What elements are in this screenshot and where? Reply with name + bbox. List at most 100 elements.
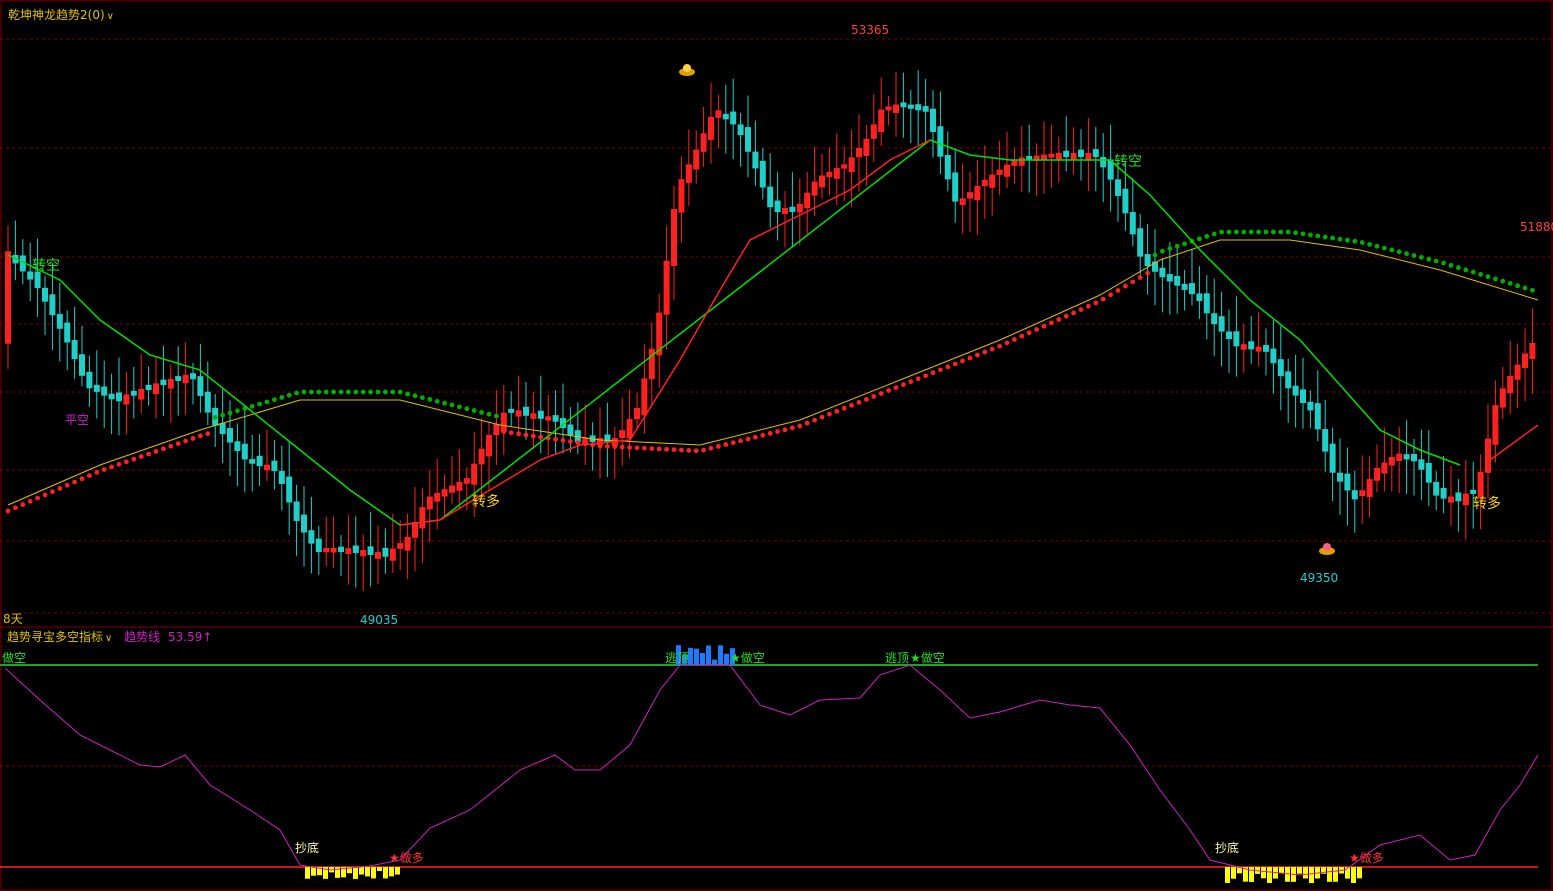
bottom-signal-bar bbox=[377, 867, 382, 872]
candle-body bbox=[856, 148, 862, 158]
candle-body bbox=[1055, 153, 1062, 160]
bottom-signal-bar bbox=[1303, 867, 1308, 879]
bottom-signal-bar bbox=[1351, 867, 1356, 883]
trend-dot bbox=[27, 498, 33, 504]
candle-body bbox=[426, 496, 433, 510]
candle-body bbox=[434, 492, 441, 502]
trend-dot bbox=[1493, 276, 1498, 282]
bottom-signal-bar bbox=[1231, 867, 1236, 879]
trend-dot bbox=[612, 444, 618, 450]
candle-body bbox=[271, 460, 278, 472]
trend-dot bbox=[1330, 235, 1335, 241]
trend-dot bbox=[353, 389, 359, 395]
candle-body bbox=[1300, 389, 1306, 403]
candle-body bbox=[1388, 456, 1395, 466]
bottom-signal-bar bbox=[353, 867, 358, 879]
candle-body bbox=[745, 127, 751, 152]
candle-body bbox=[500, 412, 507, 432]
trend-dot bbox=[1419, 254, 1424, 260]
chevron-down-icon[interactable]: ∨ bbox=[107, 11, 114, 22]
trend-dot bbox=[745, 436, 751, 442]
trend-dot bbox=[819, 414, 825, 420]
chevron-down-icon[interactable]: ∨ bbox=[105, 633, 112, 644]
trend-dot bbox=[220, 412, 226, 418]
trend-dot bbox=[664, 446, 669, 452]
candle-body bbox=[204, 391, 211, 413]
candle-body bbox=[167, 379, 174, 389]
trend-dot bbox=[427, 397, 433, 402]
bottom-signal-bar bbox=[395, 867, 400, 875]
candle-body bbox=[626, 419, 633, 439]
candle-body bbox=[789, 206, 796, 212]
candle-body bbox=[567, 424, 574, 436]
trend-dot bbox=[383, 389, 388, 395]
candle-body bbox=[685, 164, 692, 183]
trend-dot bbox=[1197, 236, 1202, 242]
trend-dot bbox=[693, 448, 699, 454]
candle-body bbox=[367, 546, 374, 555]
candle-body bbox=[907, 104, 914, 109]
candle-body bbox=[1189, 283, 1195, 295]
trend-dot bbox=[1271, 229, 1276, 235]
trend-dot bbox=[235, 408, 240, 414]
sub-tao-ding-2: 逃顶 bbox=[885, 651, 909, 665]
candle-body bbox=[870, 124, 877, 139]
candle-body bbox=[1440, 487, 1447, 499]
candle-body bbox=[700, 133, 707, 152]
trend-dot bbox=[323, 389, 329, 395]
trend-dot bbox=[649, 446, 655, 451]
candle-body bbox=[264, 464, 270, 471]
candle-body bbox=[1403, 454, 1410, 460]
candle-body bbox=[1433, 481, 1440, 496]
ma-fast-line bbox=[7, 139, 1461, 526]
trend-dot bbox=[360, 389, 366, 395]
trend-dot bbox=[138, 454, 144, 459]
trend-dot bbox=[849, 402, 854, 408]
candle-body bbox=[671, 209, 677, 266]
trend-dot bbox=[642, 445, 647, 451]
candle-body bbox=[767, 186, 774, 208]
outer-border bbox=[0, 0, 1553, 891]
trend-dot bbox=[1293, 230, 1298, 236]
trend-dot bbox=[538, 434, 544, 440]
candle-body bbox=[1226, 331, 1232, 339]
trend-dot bbox=[730, 440, 736, 446]
candle-body bbox=[1285, 371, 1292, 389]
trend-dot bbox=[1485, 274, 1491, 280]
candle-body bbox=[42, 287, 48, 302]
candle-body bbox=[175, 376, 182, 381]
candle-body bbox=[1218, 316, 1225, 332]
candle-body bbox=[1462, 493, 1469, 506]
candle-body bbox=[1115, 179, 1121, 196]
candle-body bbox=[1396, 453, 1403, 461]
trend-dot bbox=[279, 395, 285, 400]
candle-body bbox=[478, 448, 485, 465]
main-indicator-title[interactable]: 乾坤神龙趋势2(0) ∨ bbox=[8, 6, 114, 23]
sub-tao-ding-1: 逃顶 bbox=[665, 651, 689, 665]
trend-dot bbox=[723, 442, 729, 447]
trend-dot bbox=[1382, 245, 1387, 251]
sub-indicator-title[interactable]: 趋势寻宝多空指标 ∨ 趋势线 53.59↑ bbox=[7, 628, 212, 645]
trend-dot bbox=[1004, 340, 1010, 346]
candle-body bbox=[1351, 490, 1358, 500]
trend-dot bbox=[294, 390, 299, 396]
candle-body bbox=[759, 160, 766, 188]
trend-dot bbox=[997, 343, 1002, 349]
candle-body bbox=[93, 384, 100, 392]
candle-body bbox=[34, 271, 41, 289]
candle-body bbox=[848, 157, 855, 173]
top-signal-bar bbox=[724, 653, 729, 665]
candle-body bbox=[404, 536, 411, 551]
trend-dot bbox=[605, 443, 610, 449]
main-grid bbox=[0, 38, 1553, 614]
candle-body bbox=[1470, 489, 1477, 494]
candle-body bbox=[833, 168, 840, 179]
candle-body bbox=[1314, 403, 1321, 430]
trend-dot bbox=[1337, 236, 1343, 242]
right-price-label: 51880 bbox=[1520, 220, 1553, 234]
candle-body bbox=[663, 260, 670, 315]
trend-dot bbox=[1367, 242, 1372, 247]
candle-body bbox=[1144, 254, 1151, 267]
trend-dot bbox=[1433, 258, 1439, 264]
main-indicator-name: 乾坤神龙趋势2(0) bbox=[8, 8, 105, 22]
